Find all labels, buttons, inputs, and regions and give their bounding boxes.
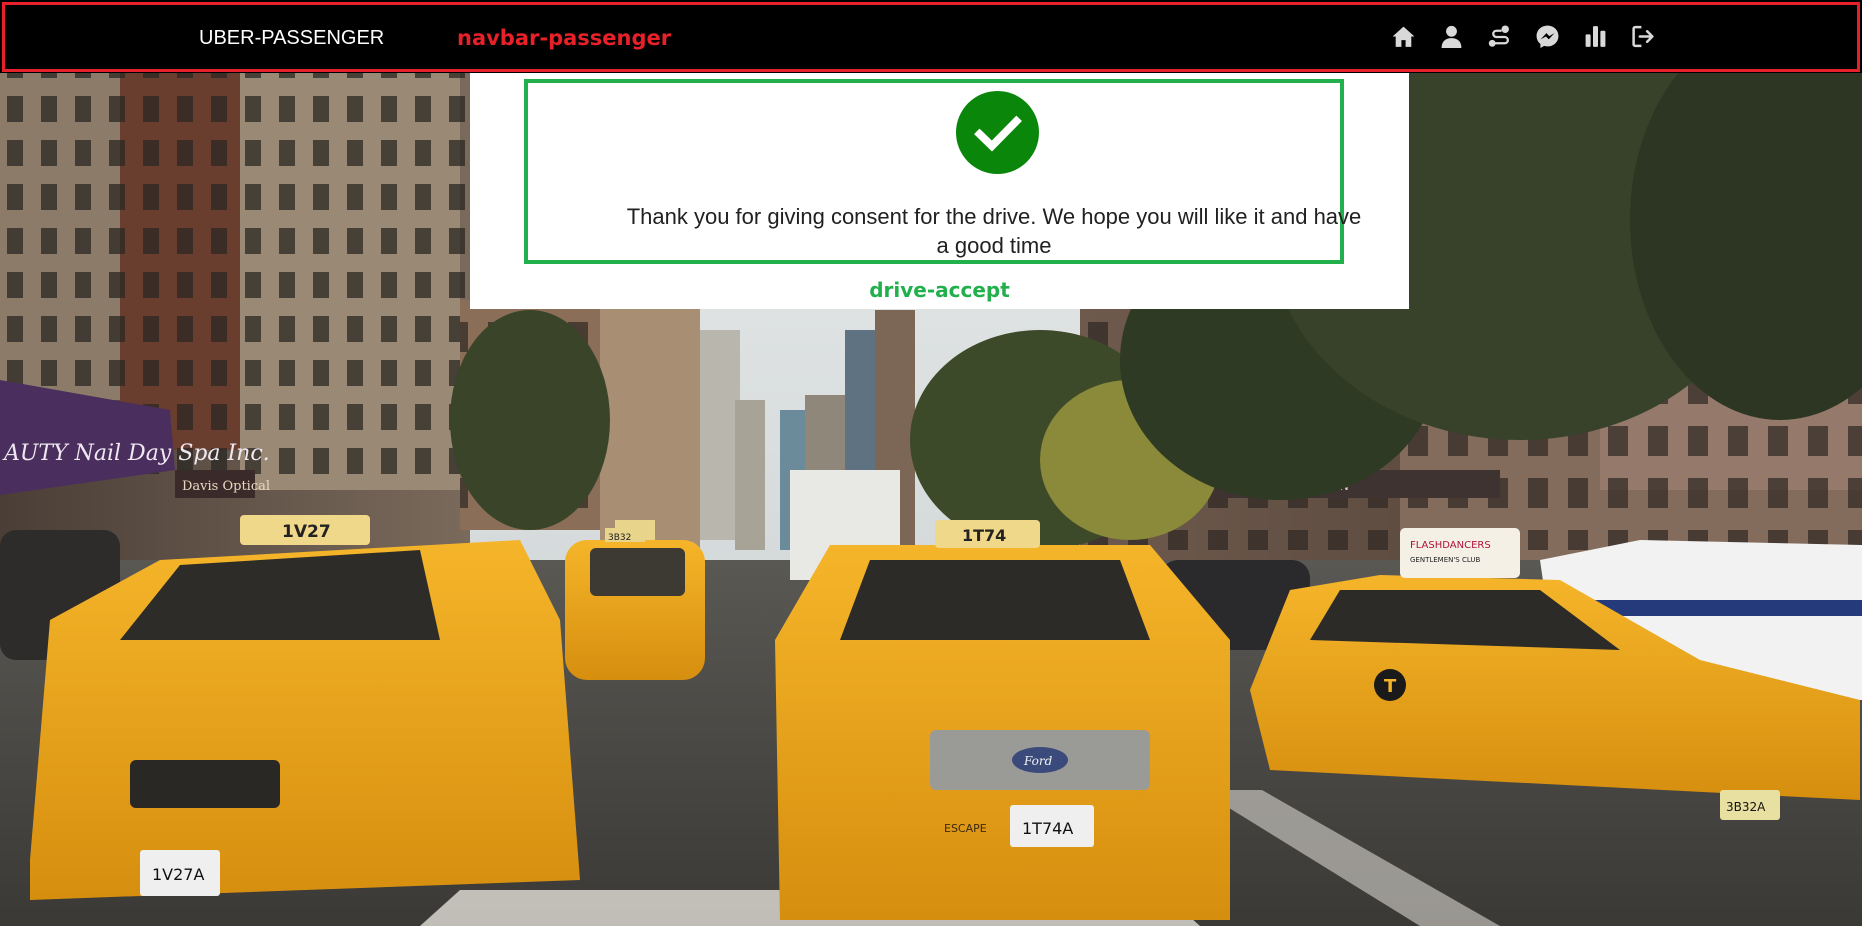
drive-accept-box: Thank you for giving consent for the dri… bbox=[524, 79, 1361, 264]
svg-text:ESCAPE: ESCAPE bbox=[944, 822, 987, 835]
svg-text:Davis Optical: Davis Optical bbox=[182, 479, 270, 494]
confirmation-message: Thank you for giving consent for the dri… bbox=[626, 204, 1362, 258]
svg-text:1V27A: 1V27A bbox=[152, 865, 204, 884]
brand-link[interactable]: UBER-PASSENGER bbox=[199, 27, 384, 50]
logout-icon[interactable] bbox=[1631, 22, 1656, 50]
svg-text:1T74: 1T74 bbox=[962, 526, 1006, 545]
drive-accept-card: Thank you for giving consent for the dri… bbox=[470, 73, 1409, 309]
svg-text:T: T bbox=[1384, 676, 1397, 697]
svg-text:1T74A: 1T74A bbox=[1022, 819, 1073, 838]
svg-text:3B32A: 3B32A bbox=[1726, 800, 1766, 814]
svg-text:3B32: 3B32 bbox=[608, 533, 631, 543]
route-icon[interactable] bbox=[1487, 22, 1512, 50]
svg-text:Ford: Ford bbox=[1023, 754, 1053, 768]
navbar: UBER-PASSENGER bbox=[0, 0, 1862, 73]
home-icon[interactable] bbox=[1391, 22, 1416, 50]
svg-text:FLASHDANCERS: FLASHDANCERS bbox=[1410, 540, 1491, 551]
messenger-icon[interactable] bbox=[1535, 22, 1560, 50]
drive-accept-annotation-label: drive-accept bbox=[869, 278, 1010, 302]
stats-icon[interactable] bbox=[1583, 22, 1608, 50]
svg-text:1V27: 1V27 bbox=[282, 522, 331, 542]
nav-icon-group bbox=[1391, 22, 1656, 50]
svg-text:AUTY Nail Day Spa Inc.: AUTY Nail Day Spa Inc. bbox=[2, 441, 270, 466]
navbar-annotation-label: navbar-passenger bbox=[457, 26, 672, 50]
user-icon[interactable] bbox=[1439, 22, 1464, 50]
svg-text:GENTLEMEN'S CLUB: GENTLEMEN'S CLUB bbox=[1410, 556, 1481, 564]
check-circle-icon bbox=[956, 91, 1039, 174]
